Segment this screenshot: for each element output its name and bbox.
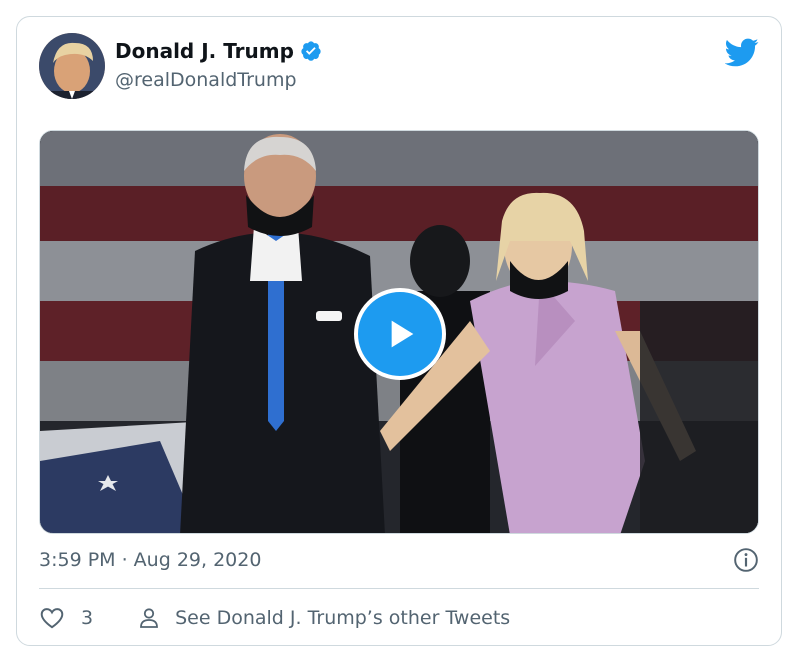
verified-badge-icon bbox=[301, 41, 321, 61]
divider bbox=[39, 588, 759, 589]
tweet-timestamp[interactable]: 3:59 PM · Aug 29, 2020 bbox=[39, 549, 261, 571]
video-player[interactable] bbox=[39, 130, 759, 534]
info-icon[interactable] bbox=[733, 547, 759, 573]
author-handle[interactable]: @realDonaldTrump bbox=[115, 69, 297, 91]
other-tweets-link[interactable]: See Donald J. Trump’s other Tweets bbox=[137, 606, 510, 630]
tweet-actions: 3 See Donald J. Trump’s other Tweets bbox=[39, 603, 510, 633]
play-button[interactable] bbox=[354, 288, 446, 380]
play-icon bbox=[391, 320, 414, 348]
author-avatar[interactable] bbox=[39, 33, 105, 99]
tweet-card[interactable]: Donald J. Trump @realDonaldTrump 3:59 PM… bbox=[16, 16, 782, 646]
other-tweets-label: See Donald J. Trump’s other Tweets bbox=[175, 607, 511, 629]
avatar-image bbox=[39, 33, 105, 99]
twitter-bird-icon[interactable] bbox=[725, 35, 759, 69]
heart-icon[interactable] bbox=[39, 605, 65, 631]
like-count[interactable]: 3 bbox=[81, 607, 93, 629]
tweet-meta-row: 3:59 PM · Aug 29, 2020 bbox=[39, 547, 759, 573]
person-icon bbox=[140, 608, 158, 628]
author-display-name[interactable]: Donald J. Trump bbox=[115, 39, 294, 63]
author-name-row[interactable]: Donald J. Trump bbox=[115, 39, 322, 63]
